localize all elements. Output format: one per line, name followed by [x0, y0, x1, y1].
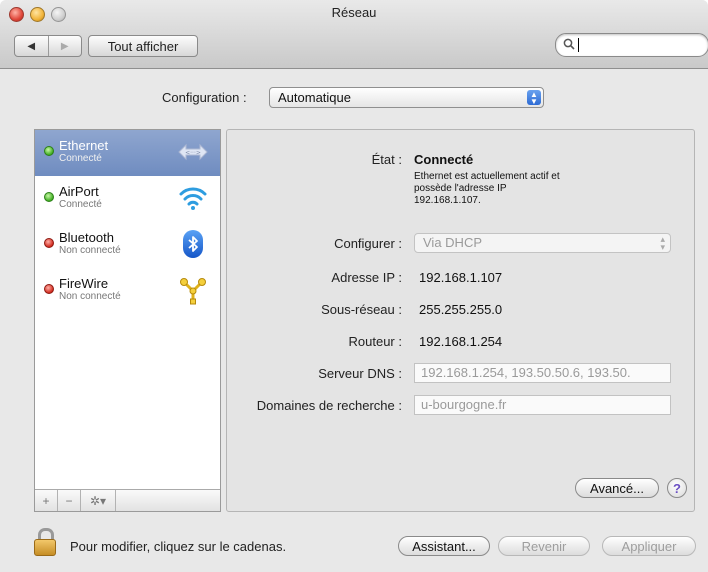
dns-server-field[interactable]: 192.168.1.254, 193.50.50.6, 193.50.: [414, 363, 671, 383]
configure-value: Via DHCP: [423, 235, 483, 250]
status-dot-icon: [44, 192, 54, 202]
search-field[interactable]: [555, 33, 708, 57]
bluetooth-icon: [177, 228, 209, 260]
configure-popup[interactable]: Via DHCP ▴ ▾: [414, 233, 671, 253]
search-domains-label: Domaines de recherche :: [256, 398, 402, 413]
service-status: Connecté: [59, 153, 102, 164]
ip-address-label: Adresse IP :: [331, 270, 402, 285]
service-name: AirPort: [59, 184, 99, 199]
service-item-ethernet[interactable]: Ethernet Connecté <···>: [35, 130, 220, 176]
search-domains-field[interactable]: u-bourgogne.fr: [414, 395, 671, 415]
toolbar: Réseau ◀ ▶ Tout afficher: [0, 0, 708, 69]
service-list: Ethernet Connecté <···> AirPort Connecté: [34, 129, 221, 512]
search-input[interactable]: [582, 36, 704, 54]
advanced-button[interactable]: Avancé...: [575, 478, 659, 498]
router-label: Routeur :: [348, 334, 402, 349]
help-button[interactable]: ?: [667, 478, 687, 498]
network-preferences-window: Réseau ◀ ▶ Tout afficher Configuration :…: [0, 0, 708, 572]
assistant-button[interactable]: Assistant...: [398, 536, 490, 556]
ethernet-icon: <···>: [177, 136, 209, 168]
magnifier-icon: [563, 38, 575, 53]
service-name: FireWire: [59, 276, 109, 291]
forward-button[interactable]: ▶: [47, 36, 82, 56]
description-line: possède l'adresse IP: [414, 183, 507, 194]
lock-instruction-text: Pour modifier, cliquez sur le cadenas.: [70, 539, 287, 554]
router-value: 192.168.1.254: [419, 334, 503, 349]
state-description: Ethernet est actuellement actif et possè…: [414, 171, 624, 207]
add-service-button[interactable]: +: [35, 490, 58, 511]
lock-icon[interactable]: [34, 528, 56, 556]
configuration-label: Configuration :: [162, 90, 247, 105]
remove-service-button[interactable]: −: [58, 490, 81, 511]
service-status: Connecté: [59, 199, 102, 210]
popup-arrows-icon: ▲ ▼: [527, 90, 541, 106]
service-status: Non connecté: [59, 245, 121, 256]
revert-button[interactable]: Revenir: [498, 536, 590, 556]
back-button[interactable]: ◀: [15, 36, 48, 56]
service-name: Ethernet: [59, 138, 109, 153]
service-list-toolbar: + − ✲▾: [35, 489, 220, 511]
apply-button[interactable]: Appliquer: [602, 536, 696, 556]
show-all-button[interactable]: Tout afficher: [88, 35, 198, 57]
state-label: État :: [371, 152, 402, 167]
gear-menu-button[interactable]: ✲▾: [81, 490, 116, 511]
firewire-icon: [177, 274, 209, 306]
state-value: Connecté: [414, 152, 474, 167]
status-dot-icon: [44, 238, 54, 248]
subnet-label: Sous-réseau :: [321, 302, 402, 317]
wifi-icon: [177, 182, 209, 214]
service-item-firewire[interactable]: FireWire Non connecté: [35, 268, 220, 314]
ip-address-value: 192.168.1.107: [419, 270, 503, 285]
configure-label: Configurer :: [334, 236, 402, 251]
popup-arrows-icon: ▴ ▾: [660, 234, 665, 252]
subnet-value: 255.255.255.0: [419, 302, 503, 317]
svg-text:<···>: <···>: [185, 150, 201, 157]
dns-server-label: Serveur DNS :: [318, 366, 402, 381]
service-item-bluetooth[interactable]: Bluetooth Non connecté: [35, 222, 220, 268]
status-dot-icon: [44, 284, 54, 294]
service-item-airport[interactable]: AirPort Connecté: [35, 176, 220, 222]
configuration-value: Automatique: [278, 90, 351, 105]
status-dot-icon: [44, 146, 54, 156]
service-status: Non connecté: [59, 291, 121, 302]
window-title: Réseau: [331, 5, 377, 20]
description-line: 192.168.1.107.: [414, 195, 481, 206]
back-forward-control: ◀ ▶: [14, 35, 82, 57]
configuration-popup[interactable]: Automatique ▲ ▼: [269, 87, 544, 108]
service-name: Bluetooth: [59, 230, 114, 245]
text-caret: [578, 38, 579, 52]
description-line: Ethernet est actuellement actif et: [414, 171, 560, 182]
